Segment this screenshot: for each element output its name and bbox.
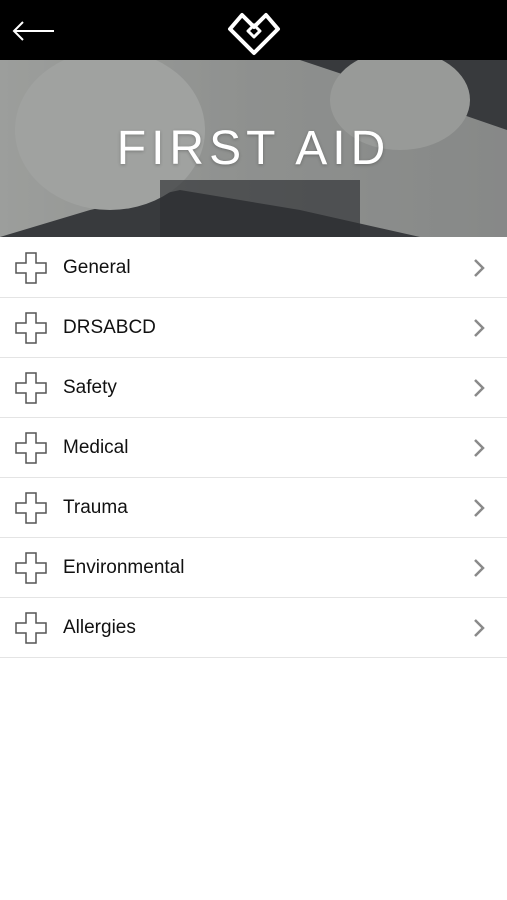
heart-diamond-logo [228, 13, 280, 55]
list-item-label: Safety [63, 377, 117, 398]
cross-outline-icon [15, 252, 47, 284]
screen: FIRST AID General DRSABCD Safety Medical… [0, 0, 507, 900]
list-item-general[interactable]: General [0, 238, 507, 298]
hero-banner: FIRST AID [0, 60, 507, 237]
chevron-right-icon [474, 439, 485, 457]
arrow-left-icon [12, 21, 54, 41]
list-item-label: Medical [63, 437, 129, 458]
list-item-medical[interactable]: Medical [0, 418, 507, 478]
list-item-label: General [63, 257, 131, 278]
category-list: General DRSABCD Safety Medical Trauma En… [0, 238, 507, 658]
chevron-right-icon [474, 379, 485, 397]
list-item-label: DRSABCD [63, 317, 156, 338]
back-button[interactable] [8, 10, 60, 52]
cross-outline-icon [15, 432, 47, 464]
chevron-right-icon [474, 499, 485, 517]
cross-outline-icon [15, 612, 47, 644]
list-item-allergies[interactable]: Allergies [0, 598, 507, 658]
list-item-label: Environmental [63, 557, 185, 578]
cross-outline-icon [15, 552, 47, 584]
app-logo [224, 4, 284, 58]
cross-outline-icon [15, 372, 47, 404]
chevron-right-icon [474, 259, 485, 277]
cross-outline-icon [15, 492, 47, 524]
list-item-label: Trauma [63, 497, 128, 518]
list-item-label: Allergies [63, 617, 136, 638]
chevron-right-icon [474, 619, 485, 637]
top-bar [0, 0, 507, 60]
list-item-drsabcd[interactable]: DRSABCD [0, 298, 507, 358]
list-item-trauma[interactable]: Trauma [0, 478, 507, 538]
chevron-right-icon [474, 559, 485, 577]
list-item-environmental[interactable]: Environmental [0, 538, 507, 598]
chevron-right-icon [474, 319, 485, 337]
hero-title: FIRST AID [116, 122, 391, 175]
cross-outline-icon [15, 312, 47, 344]
list-item-safety[interactable]: Safety [0, 358, 507, 418]
